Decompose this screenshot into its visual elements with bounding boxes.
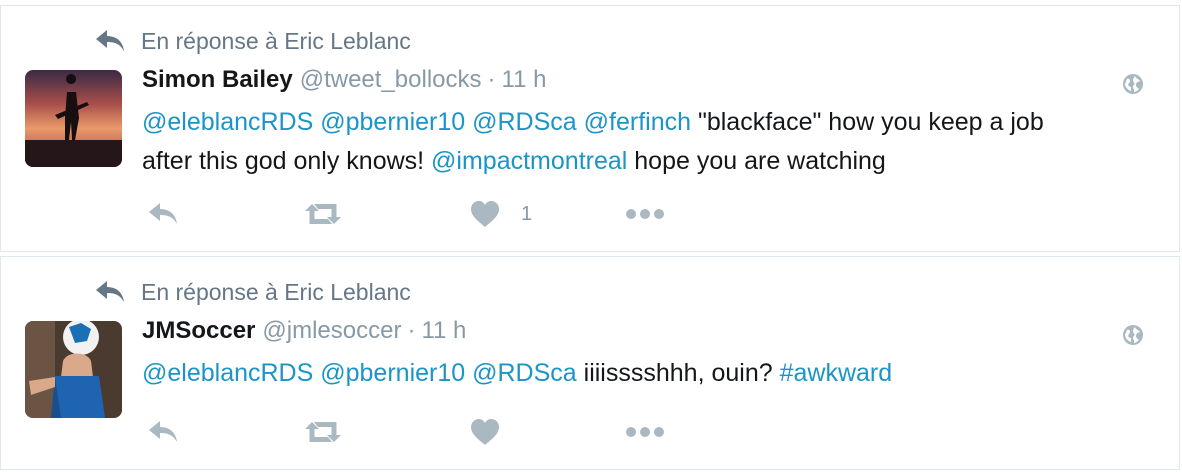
like-button[interactable]: [469, 416, 521, 448]
timestamp[interactable]: 11 h: [421, 317, 466, 345]
retweet-button[interactable]: [302, 198, 344, 230]
reply-icon: [96, 30, 124, 51]
tweet-text-segment: [577, 108, 584, 136]
mention-link[interactable]: @RDSca: [472, 108, 577, 136]
more-button[interactable]: [625, 416, 665, 448]
author-username[interactable]: @tweet_bollocks: [300, 66, 482, 94]
reply-context: En réponse à Eric Leblanc: [93, 26, 411, 56]
reply-context-text: En réponse à Eric Leblanc: [141, 278, 411, 305]
avatar[interactable]: [25, 321, 122, 418]
tweet-text-line: @eleblancRDS @pbernier10 @RDSca @ferfinc…: [142, 103, 1162, 142]
reply-context: En réponse à Eric Leblanc: [93, 277, 411, 307]
mention-link[interactable]: @pbernier10: [320, 359, 465, 387]
tweet-text-segment: hope you are watching: [627, 147, 886, 175]
avatar[interactable]: [25, 70, 122, 167]
tweet-text-segment: after this god only knows!: [142, 147, 432, 175]
tweet-text: @eleblancRDS @pbernier10 @RDSca @ferfinc…: [142, 103, 1162, 181]
retweet-icon: [305, 422, 341, 442]
avatar-image: [25, 70, 122, 167]
mention-link[interactable]: @impactmontreal: [431, 147, 627, 175]
tweet[interactable]: En réponse à Eric Leblanc JMSoccer @jmle…: [0, 256, 1180, 470]
hashtag-link[interactable]: #awkward: [780, 359, 893, 387]
retweet-button[interactable]: [302, 416, 344, 448]
more-icon: [626, 209, 664, 219]
reply-button[interactable]: [146, 198, 180, 230]
author-name[interactable]: Simon Bailey: [142, 66, 293, 94]
heart-icon: [471, 201, 499, 227]
reply-icon: [149, 421, 177, 442]
timestamp[interactable]: 11 h: [502, 66, 547, 94]
tweet-text-segment: "blackface" how you keep a job: [691, 108, 1044, 136]
globe-icon: [1123, 325, 1143, 345]
heart-icon: [471, 419, 499, 445]
separator-dot: ·: [407, 317, 416, 344]
globe-icon: [1123, 74, 1143, 94]
like-button[interactable]: 1: [469, 198, 532, 230]
more-icon: [626, 427, 664, 437]
avatar-image: [25, 321, 122, 418]
reply-context-text: En réponse à Eric Leblanc: [141, 27, 411, 54]
tweet-text-line: @eleblancRDS @pbernier10 @RDSca iiiissss…: [142, 354, 1162, 393]
mention-link[interactable]: @eleblancRDS: [142, 359, 313, 387]
timeline: En réponse à Eric Leblanc Simon Bailey @…: [0, 0, 1182, 472]
like-count: 1: [521, 202, 533, 225]
reply-icon: [96, 281, 124, 302]
tweet-text-segment: iiiisssshhh, ouin?: [576, 359, 780, 387]
mention-link[interactable]: @eleblancRDS: [142, 108, 313, 136]
tweet-header: Simon Bailey @tweet_bollocks · 11 h: [142, 66, 546, 100]
mention-link[interactable]: @RDSca: [472, 359, 577, 387]
reply-button[interactable]: [146, 416, 180, 448]
reply-icon: [149, 203, 177, 224]
tweet[interactable]: En réponse à Eric Leblanc Simon Bailey @…: [0, 5, 1180, 252]
more-button[interactable]: [625, 198, 665, 230]
tweet-text-line: after this god only knows! @impactmontre…: [142, 142, 1162, 181]
mention-link[interactable]: @ferfinch: [584, 108, 691, 136]
retweet-icon: [305, 204, 341, 224]
author-name[interactable]: JMSoccer: [142, 317, 255, 345]
mention-link[interactable]: @pbernier10: [320, 108, 465, 136]
separator-dot: ·: [487, 66, 496, 93]
author-username[interactable]: @jmlesoccer: [262, 317, 401, 345]
tweet-text: @eleblancRDS @pbernier10 @RDSca iiiissss…: [142, 354, 1162, 393]
tweet-header: JMSoccer @jmlesoccer · 11 h: [142, 317, 466, 351]
